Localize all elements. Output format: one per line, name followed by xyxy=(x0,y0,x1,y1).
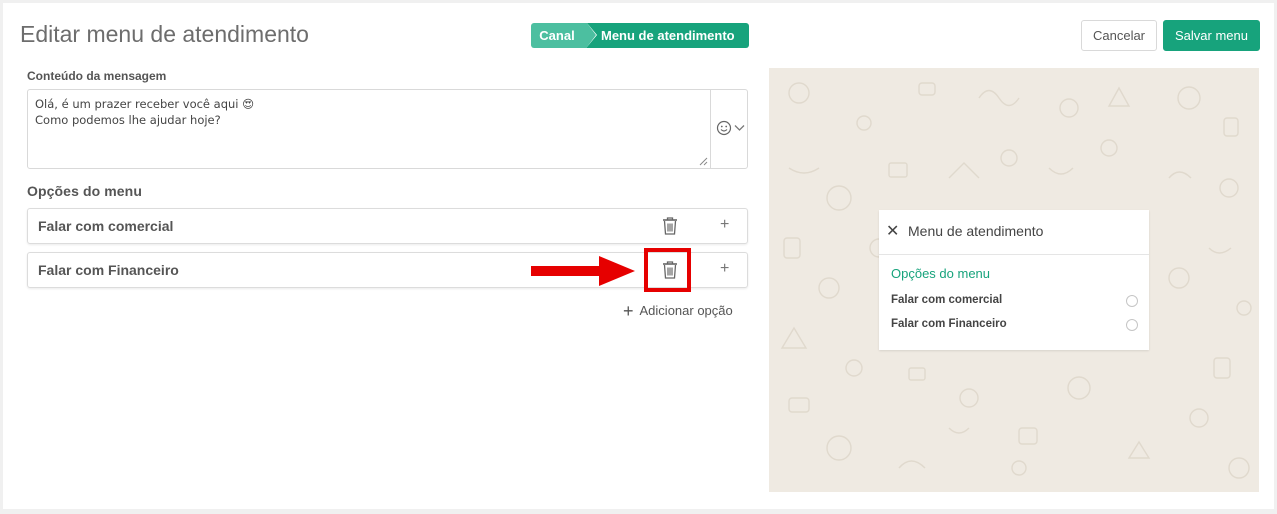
message-divider xyxy=(710,90,711,168)
add-option-button[interactable]: + Adicionar opção xyxy=(623,300,733,321)
preview-section-title: Opções do menu xyxy=(891,266,991,281)
preview-title: Menu de atendimento xyxy=(908,223,1044,239)
trash-icon[interactable] xyxy=(662,217,678,235)
option-label: Falar com Financeiro xyxy=(38,262,179,278)
add-suboption-button[interactable]: + xyxy=(720,260,729,278)
message-textarea[interactable]: Olá, é um prazer receber você aqui 😍 Com… xyxy=(35,96,705,162)
message-content-label: Conteúdo da mensagem xyxy=(27,69,167,83)
step-canal[interactable]: Canal xyxy=(531,23,596,48)
option-row: Falar com Financeiro + xyxy=(27,252,748,288)
preview-card-header: ✕ Menu de atendimento xyxy=(879,210,1149,255)
page-card: Editar menu de atendimento Canal Menu de… xyxy=(3,3,1274,509)
add-option-label: Adicionar opção xyxy=(639,303,733,318)
preview-item: Falar com comercial xyxy=(891,294,1003,306)
preview-panel: ✕ Menu de atendimento Opções do menu Fal… xyxy=(769,68,1259,492)
add-suboption-button[interactable]: + xyxy=(720,216,729,234)
message-box: Olá, é um prazer receber você aqui 😍 Com… xyxy=(27,89,748,169)
stepper: Canal Menu de atendimento xyxy=(531,23,749,48)
page-title: Editar menu de atendimento xyxy=(20,21,309,47)
chevron-down-icon xyxy=(734,125,744,131)
option-label: Falar com comercial xyxy=(38,218,174,234)
options-title: Opções do menu xyxy=(27,183,142,199)
save-menu-button[interactable]: Salvar menu xyxy=(1163,20,1260,51)
resize-grip-icon[interactable] xyxy=(699,157,708,166)
preview-item: Falar com Financeiro xyxy=(891,318,1007,330)
close-icon[interactable]: ✕ xyxy=(886,221,899,241)
arrow-right-icon xyxy=(531,256,635,286)
cancel-button[interactable]: Cancelar xyxy=(1081,20,1157,51)
plus-icon: + xyxy=(623,300,634,321)
emoji-picker-button[interactable] xyxy=(713,118,747,138)
highlight-box xyxy=(644,248,691,292)
option-row: Falar com comercial + xyxy=(27,208,748,244)
preview-menu-card: ✕ Menu de atendimento Opções do menu Fal… xyxy=(879,210,1149,350)
smiley-icon xyxy=(716,120,731,136)
step-menu-atendimento[interactable]: Menu de atendimento xyxy=(587,23,749,48)
radio-button[interactable] xyxy=(1126,295,1138,307)
radio-button[interactable] xyxy=(1126,319,1138,331)
